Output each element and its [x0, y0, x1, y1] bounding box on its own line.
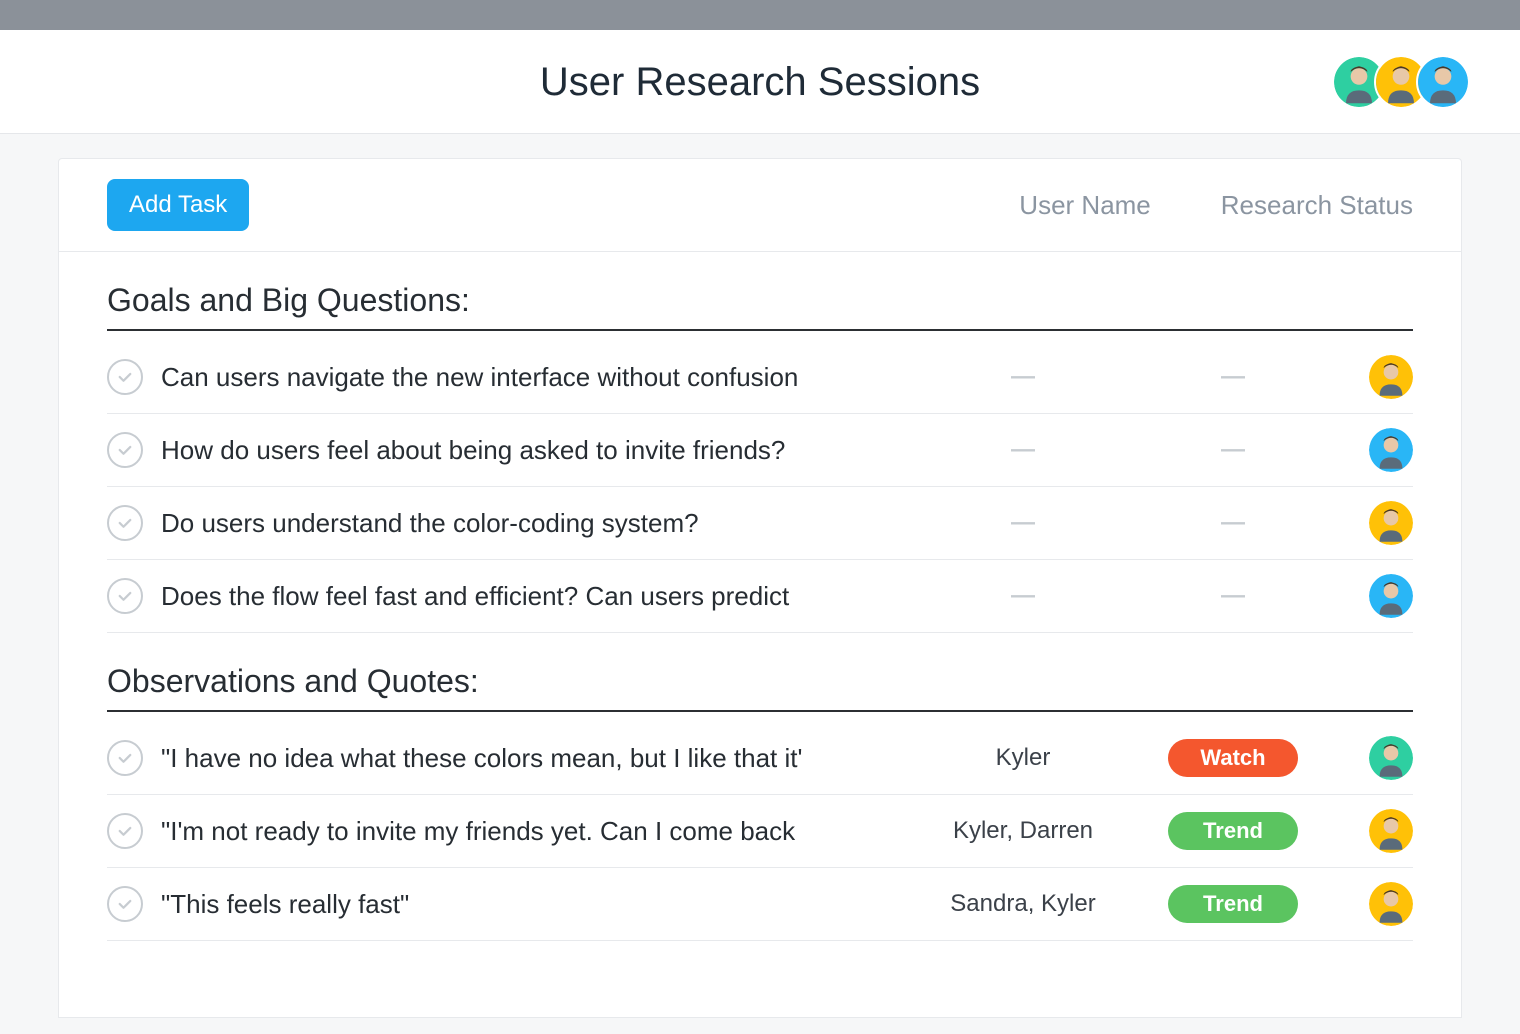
task-user-name: — [913, 509, 1133, 537]
task-assignee[interactable] [1333, 736, 1413, 780]
task-title: Do users understand the color-coding sys… [161, 508, 913, 539]
task-research-status: — [1133, 509, 1333, 537]
assignee-avatar [1369, 501, 1413, 545]
task-user-name: Kyler [913, 744, 1133, 772]
complete-task-checkbox[interactable] [107, 740, 143, 776]
window-chrome-bar [0, 0, 1520, 30]
status-badge[interactable]: Trend [1168, 885, 1298, 923]
task-row[interactable]: "I'm not ready to invite my friends yet.… [107, 795, 1413, 868]
complete-task-checkbox[interactable] [107, 505, 143, 541]
task-title: How do users feel about being asked to i… [161, 435, 913, 466]
task-user-name: — [913, 582, 1133, 610]
task-row[interactable]: Do users understand the color-coding sys… [107, 487, 1413, 560]
task-title: "This feels really fast" [161, 889, 913, 920]
task-research-status: Trend [1133, 812, 1333, 850]
assignee-avatar [1369, 428, 1413, 472]
task-list-card: Add Task User Name Research Status Goals… [58, 158, 1462, 1018]
task-user-name: — [913, 363, 1133, 391]
task-assignee[interactable] [1333, 809, 1413, 853]
task-assignee[interactable] [1333, 428, 1413, 472]
task-research-status: — [1133, 363, 1333, 391]
task-research-status: — [1133, 436, 1333, 464]
task-title: "I have no idea what these colors mean, … [161, 743, 913, 774]
assignee-avatar [1369, 809, 1413, 853]
task-research-status: Trend [1133, 885, 1333, 923]
complete-task-checkbox[interactable] [107, 578, 143, 614]
task-assignee[interactable] [1333, 355, 1413, 399]
task-section: Observations and Quotes: "I have no idea … [59, 633, 1461, 941]
task-assignee[interactable] [1333, 501, 1413, 545]
task-research-status: — [1133, 582, 1333, 610]
status-badge[interactable]: Watch [1168, 739, 1298, 777]
card-toolbar: Add Task User Name Research Status [59, 159, 1461, 252]
complete-task-checkbox[interactable] [107, 359, 143, 395]
task-section: Goals and Big Questions: Can users naviga… [59, 252, 1461, 633]
task-user-name: — [913, 436, 1133, 464]
assignee-avatar [1369, 882, 1413, 926]
assignee-avatar [1369, 574, 1413, 618]
task-user-name: Kyler, Darren [913, 817, 1133, 845]
assignee-avatar [1369, 355, 1413, 399]
page-header: User Research Sessions [0, 30, 1520, 134]
section-title: Observations and Quotes: [107, 663, 1413, 712]
task-title: Can users navigate the new interface wit… [161, 362, 913, 393]
section-title: Goals and Big Questions: [107, 282, 1413, 331]
add-task-button[interactable]: Add Task [107, 179, 249, 231]
task-row[interactable]: How do users feel about being asked to i… [107, 414, 1413, 487]
complete-task-checkbox[interactable] [107, 813, 143, 849]
task-title: "I'm not ready to invite my friends yet.… [161, 816, 913, 847]
column-headers: User Name Research Status [1019, 190, 1413, 221]
column-header-user-name: User Name [1019, 190, 1150, 221]
task-assignee[interactable] [1333, 574, 1413, 618]
task-title: Does the flow feel fast and efficient? C… [161, 581, 913, 612]
page-title: User Research Sessions [540, 60, 980, 105]
complete-task-checkbox[interactable] [107, 432, 143, 468]
task-row[interactable]: Can users navigate the new interface wit… [107, 341, 1413, 414]
collaborator-avatar[interactable] [1416, 55, 1470, 109]
assignee-avatar [1369, 736, 1413, 780]
task-user-name: Sandra, Kyler [913, 890, 1133, 918]
task-row[interactable]: "This feels really fast"Sandra, Kyler Tre… [107, 868, 1413, 941]
task-row[interactable]: Does the flow feel fast and efficient? C… [107, 560, 1413, 633]
collaborator-avatars [1344, 55, 1470, 109]
complete-task-checkbox[interactable] [107, 886, 143, 922]
task-research-status: Watch [1133, 739, 1333, 777]
status-badge[interactable]: Trend [1168, 812, 1298, 850]
task-assignee[interactable] [1333, 882, 1413, 926]
column-header-research-status: Research Status [1221, 190, 1413, 221]
task-row[interactable]: "I have no idea what these colors mean, … [107, 722, 1413, 795]
